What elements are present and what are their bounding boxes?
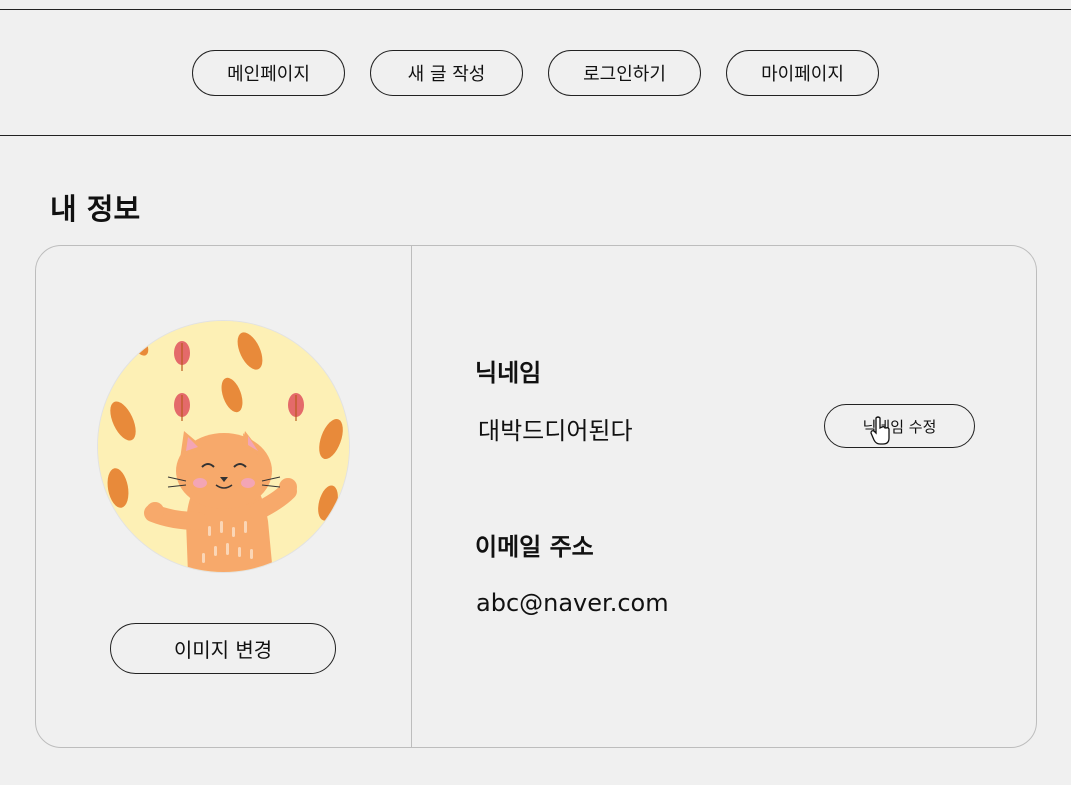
card-divider (411, 246, 412, 747)
nav-main-page-button[interactable]: 메인페이지 (192, 50, 345, 96)
top-rule (0, 9, 1071, 10)
cat-illustration-icon (98, 321, 349, 572)
nav-new-post-button[interactable]: 새 글 작성 (370, 50, 523, 96)
avatar (97, 320, 350, 573)
nav-login-button[interactable]: 로그인하기 (548, 50, 701, 96)
nav-rule (0, 135, 1071, 136)
hand-cursor-icon (870, 416, 890, 445)
nav-mypage-button[interactable]: 마이페이지 (726, 50, 879, 96)
email-value: abc@naver.com (476, 589, 669, 617)
edit-nickname-button[interactable]: 닉네임 수정 (824, 404, 975, 448)
nickname-label: 닉네임 (475, 359, 542, 387)
change-image-button[interactable]: 이미지 변경 (110, 623, 336, 674)
page-title: 내 정보 (50, 192, 141, 226)
nickname-value: 대박드디어된다 (478, 417, 633, 445)
profile-card: 이미지 변경 닉네임 대박드디어된다 닉네임 수정 이메일 주소 abc@nav… (35, 245, 1037, 748)
email-label: 이메일 주소 (475, 533, 594, 561)
top-nav: 메인페이지 새 글 작성 로그인하기 마이페이지 (0, 50, 1071, 96)
